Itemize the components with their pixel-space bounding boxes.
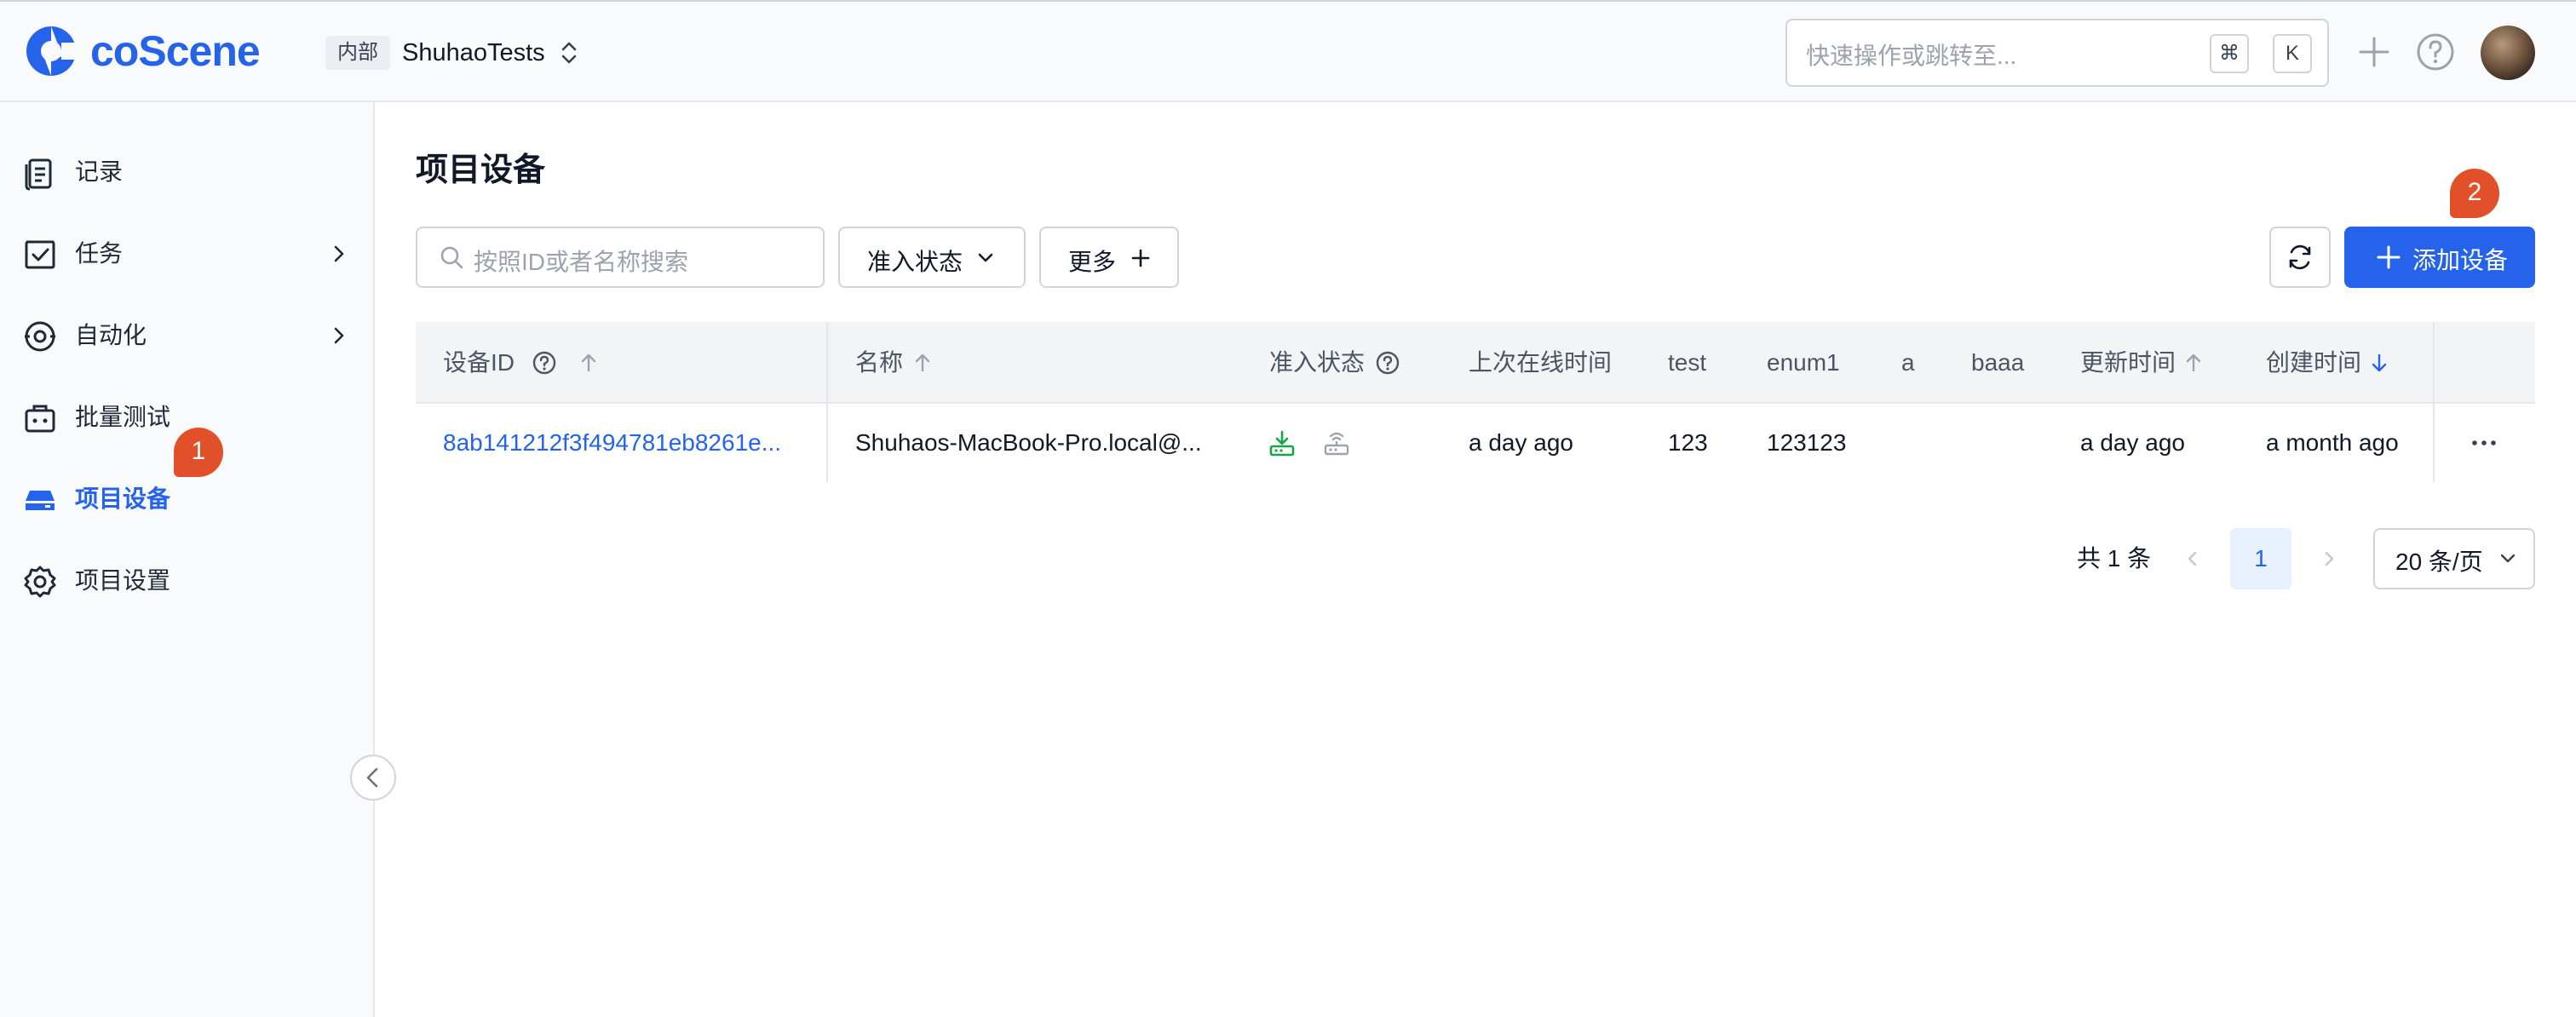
plus-icon <box>1131 249 1150 267</box>
help-circle-icon[interactable] <box>532 350 557 376</box>
top-header: coScene 内部 ShuhaoTests 快速操作或跳转至... ⌘ K <box>0 0 2576 102</box>
status-filter-label: 准入状态 <box>867 249 963 275</box>
device-id-link[interactable]: 8ab141212f3f494781eb8261e... <box>443 426 781 460</box>
add-device-label: 添加设备 <box>2412 247 2509 273</box>
project-name[interactable]: ShuhaoTests <box>402 34 545 72</box>
sidebar-item-automation[interactable]: 自动化 <box>0 302 373 370</box>
app-logo[interactable]: coScene <box>24 24 261 78</box>
column-divider <box>826 404 828 482</box>
prev-page-icon[interactable] <box>2182 549 2203 569</box>
command-search-input[interactable]: 快速操作或跳转至... ⌘ K <box>1785 19 2329 87</box>
sidebar: 记录 任务 自动化 批量测试 项目设备 项目设置 1 <box>0 102 396 1017</box>
created-value: a month ago <box>2266 429 2399 456</box>
page-size-select[interactable]: 20 条/页 <box>2373 528 2535 589</box>
chevron-right-icon <box>334 245 344 262</box>
batch-test-icon <box>25 405 55 433</box>
more-actions-icon[interactable] <box>2467 426 2501 460</box>
device-name: Shuhaos-MacBook-Pro.local@... <box>855 429 1202 456</box>
sidebar-item-label: 任务 <box>75 240 124 267</box>
enum1-value: 123123 <box>1767 429 1847 456</box>
org-type-tag: 内部 <box>325 36 390 70</box>
download-device-icon <box>1269 430 1295 457</box>
annotation-badge-1: 1 <box>174 428 223 477</box>
column-header-test: test <box>1668 349 1707 376</box>
automation-icon <box>25 321 55 352</box>
settings-icon <box>24 566 56 598</box>
column-header-last-online: 上次在线时间 <box>1469 349 1613 376</box>
sidebar-item-label: 记录 <box>75 158 124 185</box>
plus-icon <box>2377 245 2401 269</box>
sort-ascending-icon[interactable] <box>911 352 934 374</box>
more-filters-button[interactable]: 更多 <box>1039 227 1179 288</box>
column-header-device-id[interactable]: 设备ID <box>443 346 515 380</box>
cmd-key-badge: ⌘ <box>2210 34 2249 73</box>
column-header-baaa: baaa <box>1971 349 2025 376</box>
help-circle-icon[interactable] <box>1375 350 1400 376</box>
chevron-down-icon <box>978 253 993 262</box>
record-icon <box>25 158 52 191</box>
plus-icon[interactable] <box>2353 31 2395 73</box>
sort-descending-icon[interactable] <box>2368 352 2390 374</box>
page-size-label: 20 条/页 <box>2395 549 2483 575</box>
logo-text: coScene <box>90 27 261 75</box>
column-header-enum1: enum1 <box>1767 349 1840 376</box>
column-header-updated[interactable]: 更新时间 <box>2080 346 2176 380</box>
column-header-access-status: 准入状态 <box>1269 349 1366 376</box>
column-header-a: a <box>1901 349 1915 376</box>
sidebar-item-label: 自动化 <box>75 322 147 348</box>
coscene-logo-icon <box>26 26 78 76</box>
task-icon <box>25 240 55 269</box>
sidebar-item-records[interactable]: 记录 <box>0 138 373 206</box>
column-divider <box>2433 322 2435 404</box>
sidebar-item-label: 项目设置 <box>75 567 171 594</box>
annotation-badge-2: 2 <box>2450 169 2499 218</box>
sort-ascending-icon[interactable] <box>2182 352 2205 374</box>
device-search-input[interactable]: 按照ID或者名称搜索 <box>416 227 825 288</box>
updated-value: a day ago <box>2080 429 2185 456</box>
chevron-right-icon <box>334 327 344 344</box>
collapse-sidebar-button[interactable] <box>350 755 396 801</box>
k-key-badge: K <box>2273 34 2312 73</box>
command-search-placeholder: 快速操作或跳转至... <box>1806 43 2017 69</box>
table-header: 设备ID 名称 准入状态 上次在线时间 test enum1 a baaa 更新… <box>416 322 2535 404</box>
refresh-icon <box>2289 244 2311 270</box>
router-icon <box>1324 432 1349 456</box>
next-page-icon[interactable] <box>2319 549 2339 569</box>
status-filter-button[interactable]: 准入状态 <box>838 227 1026 288</box>
chevron-up-down-icon[interactable] <box>559 39 579 66</box>
column-header-name[interactable]: 名称 <box>855 346 903 380</box>
more-filters-label: 更多 <box>1068 249 1117 275</box>
test-value: 123 <box>1668 429 1708 456</box>
user-avatar[interactable] <box>2481 26 2535 80</box>
last-online-value: a day ago <box>1469 429 1573 456</box>
sidebar-item-tasks[interactable]: 任务 <box>0 220 373 288</box>
column-divider <box>2433 404 2435 482</box>
page-title: 项目设备 <box>416 152 546 188</box>
column-divider <box>826 322 828 404</box>
help-icon[interactable] <box>2414 31 2457 73</box>
refresh-button[interactable] <box>2269 227 2331 288</box>
device-icon <box>26 491 55 510</box>
sidebar-item-project-settings[interactable]: 项目设置 <box>0 547 373 615</box>
search-icon <box>440 246 463 269</box>
add-device-button[interactable]: 添加设备 <box>2344 227 2535 288</box>
chevron-left-icon <box>366 767 378 788</box>
pagination-total: 共 1 条 <box>2077 545 2152 572</box>
column-header-created[interactable]: 创建时间 <box>2266 346 2361 380</box>
page-number-current[interactable]: 1 <box>2230 528 2291 589</box>
sidebar-item-label: 项目设备 <box>75 486 171 512</box>
chevron-down-icon <box>2500 554 2516 563</box>
sort-ascending-icon[interactable] <box>578 352 600 374</box>
sidebar-item-label: 批量测试 <box>75 404 171 430</box>
table-row[interactable]: 8ab141212f3f494781eb8261e... Shuhaos-Mac… <box>416 404 2535 482</box>
search-placeholder: 按照ID或者名称搜索 <box>474 249 689 275</box>
